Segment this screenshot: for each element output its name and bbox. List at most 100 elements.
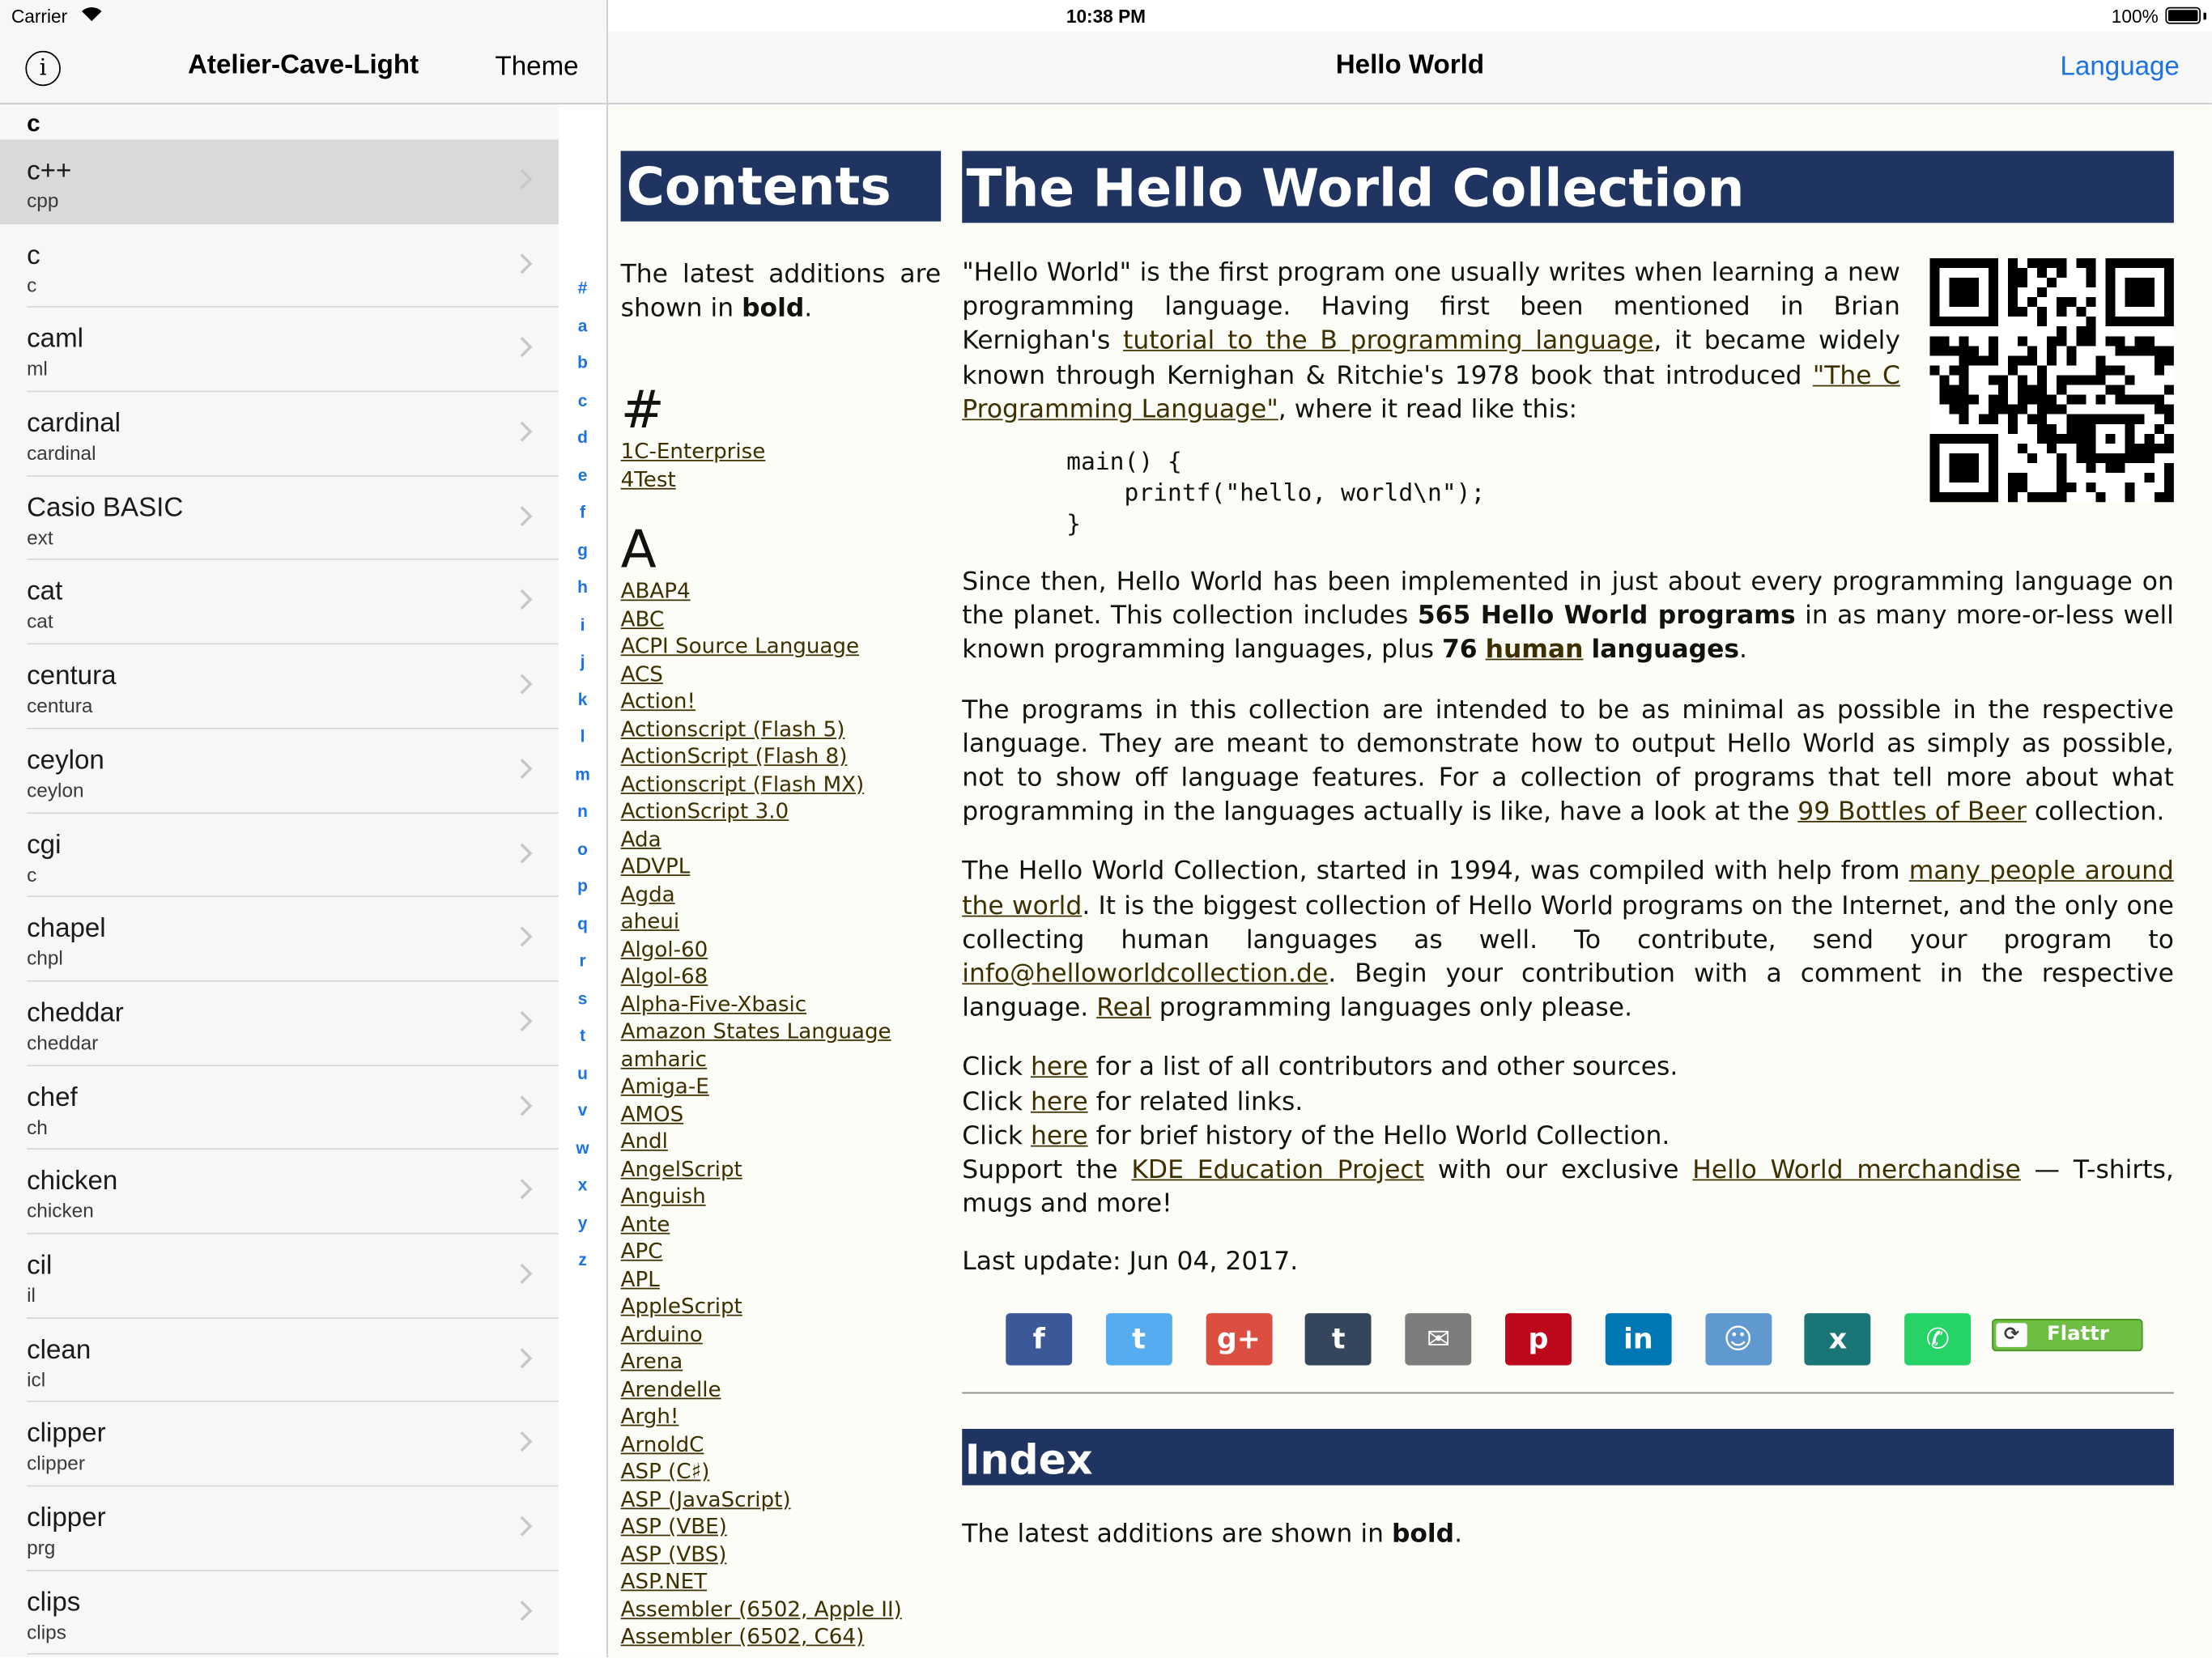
web-view[interactable]: Contents The latest additions are shown … <box>607 105 2212 1658</box>
linkedin-share-button[interactable]: in <box>1605 1313 1672 1367</box>
language-link[interactable]: APL <box>621 1266 660 1291</box>
merchandise-link[interactable]: Hello World merchandise <box>1692 1155 2021 1185</box>
language-link[interactable]: Agda <box>621 881 675 906</box>
language-link[interactable]: Algol-68 <box>621 963 708 988</box>
language-link[interactable]: ASP (JavaScript) <box>621 1486 791 1511</box>
index-letter[interactable]: g <box>559 539 606 559</box>
language-row[interactable]: clips clips <box>0 1571 559 1656</box>
real-link[interactable]: Real <box>1096 993 1151 1023</box>
here-link[interactable]: here <box>1031 1087 1088 1117</box>
pinterest-share-button[interactable]: p <box>1505 1313 1572 1367</box>
language-row[interactable]: cheddar cheddar <box>0 981 559 1066</box>
language-link[interactable]: Ada <box>621 826 661 851</box>
language-row[interactable]: caml ml <box>0 308 559 393</box>
language-link[interactable]: APC <box>621 1239 663 1264</box>
index-letter[interactable]: j <box>559 652 606 671</box>
language-link[interactable]: ABAP4 <box>621 578 691 603</box>
language-row[interactable]: clean icl <box>0 1318 559 1403</box>
language-link[interactable]: AppleScript <box>621 1294 742 1319</box>
section-index[interactable]: # a b c d e f g h i j k l m n o p q r s t u v w x y z <box>558 104 607 1658</box>
language-link[interactable]: Anguish <box>621 1184 706 1209</box>
language-link[interactable]: Actionscript (Flash 5) <box>621 716 845 741</box>
language-row[interactable]: c++ cpp <box>0 139 559 224</box>
language-row[interactable]: ceylon ceylon <box>0 729 559 814</box>
language-link[interactable]: Alpha-Five-Xbasic <box>621 991 807 1016</box>
language-link[interactable]: AngelScript <box>621 1156 742 1181</box>
index-letter[interactable]: b <box>559 353 606 372</box>
language-link[interactable]: ASP (VBS) <box>621 1541 727 1566</box>
language-link[interactable]: Arendelle <box>621 1376 721 1401</box>
language-link[interactable]: 4Test <box>621 466 676 491</box>
index-letter[interactable]: c <box>559 390 606 410</box>
language-link[interactable]: Algol-60 <box>621 936 708 961</box>
b-tutorial-link[interactable]: tutorial to the B programming language <box>1123 326 1653 356</box>
language-link[interactable]: ADVPL <box>621 853 691 878</box>
human-link[interactable]: human <box>1486 636 1584 665</box>
language-link[interactable]: ACPI Source Language <box>621 633 860 658</box>
language-link[interactable]: Assembler (6502, C64) <box>621 1623 865 1648</box>
flattr-button[interactable]: ⟳ Flattr <box>1992 1319 2143 1352</box>
language-link[interactable]: Ante <box>621 1211 670 1236</box>
index-letter[interactable]: a <box>559 315 606 334</box>
language-link[interactable]: Amiga-E <box>621 1073 709 1099</box>
index-letter[interactable]: p <box>559 876 606 895</box>
index-letter[interactable]: t <box>559 1026 606 1045</box>
theme-button[interactable]: Theme <box>496 52 579 83</box>
language-row[interactable]: cat cat <box>0 560 559 645</box>
language-row[interactable]: Casio BASIC ext <box>0 476 559 561</box>
xing-share-button[interactable]: x <box>1805 1313 1871 1367</box>
twitter-share-button[interactable]: t <box>1105 1313 1172 1367</box>
language-link[interactable]: aheui <box>621 908 679 933</box>
language-row[interactable]: cardinal cardinal <box>0 392 559 477</box>
index-letter[interactable]: n <box>559 801 606 821</box>
email-link[interactable]: info@helloworldcollection.de <box>962 959 1328 989</box>
language-row[interactable]: cc <box>0 223 559 308</box>
language-row[interactable]: clipper prg <box>0 1486 559 1571</box>
index-letter[interactable]: v <box>559 1100 606 1120</box>
index-letter[interactable]: s <box>559 988 606 1007</box>
language-link[interactable]: ActionScript 3.0 <box>621 798 789 823</box>
language-link[interactable]: Actionscript (Flash MX) <box>621 771 865 796</box>
language-link[interactable]: Action! <box>621 688 696 713</box>
language-link[interactable]: Assembler (6502, Apple II) <box>621 1596 902 1621</box>
language-link[interactable]: Andl <box>621 1129 668 1154</box>
language-link[interactable]: Argh! <box>621 1404 679 1429</box>
reddit-share-button[interactable]: ☺ <box>1704 1313 1772 1367</box>
language-link[interactable]: ArnoldC <box>621 1431 704 1456</box>
tumblr-share-button[interactable]: t <box>1305 1313 1372 1367</box>
index-letter[interactable]: q <box>559 913 606 933</box>
index-letter[interactable]: u <box>559 1063 606 1082</box>
whatsapp-share-button[interactable]: ✆ <box>1904 1313 1972 1367</box>
language-link[interactable]: ACS <box>621 661 663 686</box>
index-letter[interactable]: r <box>559 950 606 970</box>
language-row[interactable]: chapel chpl <box>0 897 559 982</box>
language-row[interactable]: clipper clipper <box>0 1402 559 1487</box>
index-letter[interactable]: # <box>559 278 606 297</box>
facebook-share-button[interactable]: f <box>1006 1313 1073 1367</box>
99-bottles-link[interactable]: 99 Bottles of Beer <box>1797 797 2027 827</box>
language-link[interactable]: Arduino <box>621 1321 703 1346</box>
language-link[interactable]: ASP (VBE) <box>621 1513 727 1538</box>
index-letter[interactable]: l <box>559 726 606 746</box>
language-link[interactable]: amharic <box>621 1046 707 1071</box>
index-letter[interactable]: y <box>559 1213 606 1232</box>
index-letter[interactable]: w <box>559 1137 606 1157</box>
language-row[interactable]: centura centura <box>0 644 559 729</box>
index-letter[interactable]: o <box>559 839 606 858</box>
language-row[interactable]: cgi c <box>0 813 559 898</box>
language-button[interactable]: Language <box>2061 52 2180 83</box>
here-link[interactable]: here <box>1031 1053 1088 1083</box>
language-link[interactable]: 1C-Enterprise <box>621 439 766 464</box>
language-row[interactable]: cil il <box>0 1234 559 1319</box>
index-letter[interactable]: m <box>559 763 606 783</box>
email-share-button[interactable]: ✉ <box>1405 1313 1472 1367</box>
index-letter[interactable]: h <box>559 577 606 597</box>
language-row[interactable]: chef ch <box>0 1065 559 1150</box>
google-plus-share-button[interactable]: g+ <box>1205 1313 1272 1367</box>
language-row[interactable]: chicken chicken <box>0 1150 559 1235</box>
language-link[interactable]: Amazon States Language <box>621 1018 891 1044</box>
here-link[interactable]: here <box>1031 1121 1088 1151</box>
index-letter[interactable]: d <box>559 427 606 447</box>
index-letter[interactable]: x <box>559 1175 606 1194</box>
index-letter[interactable]: k <box>559 689 606 708</box>
